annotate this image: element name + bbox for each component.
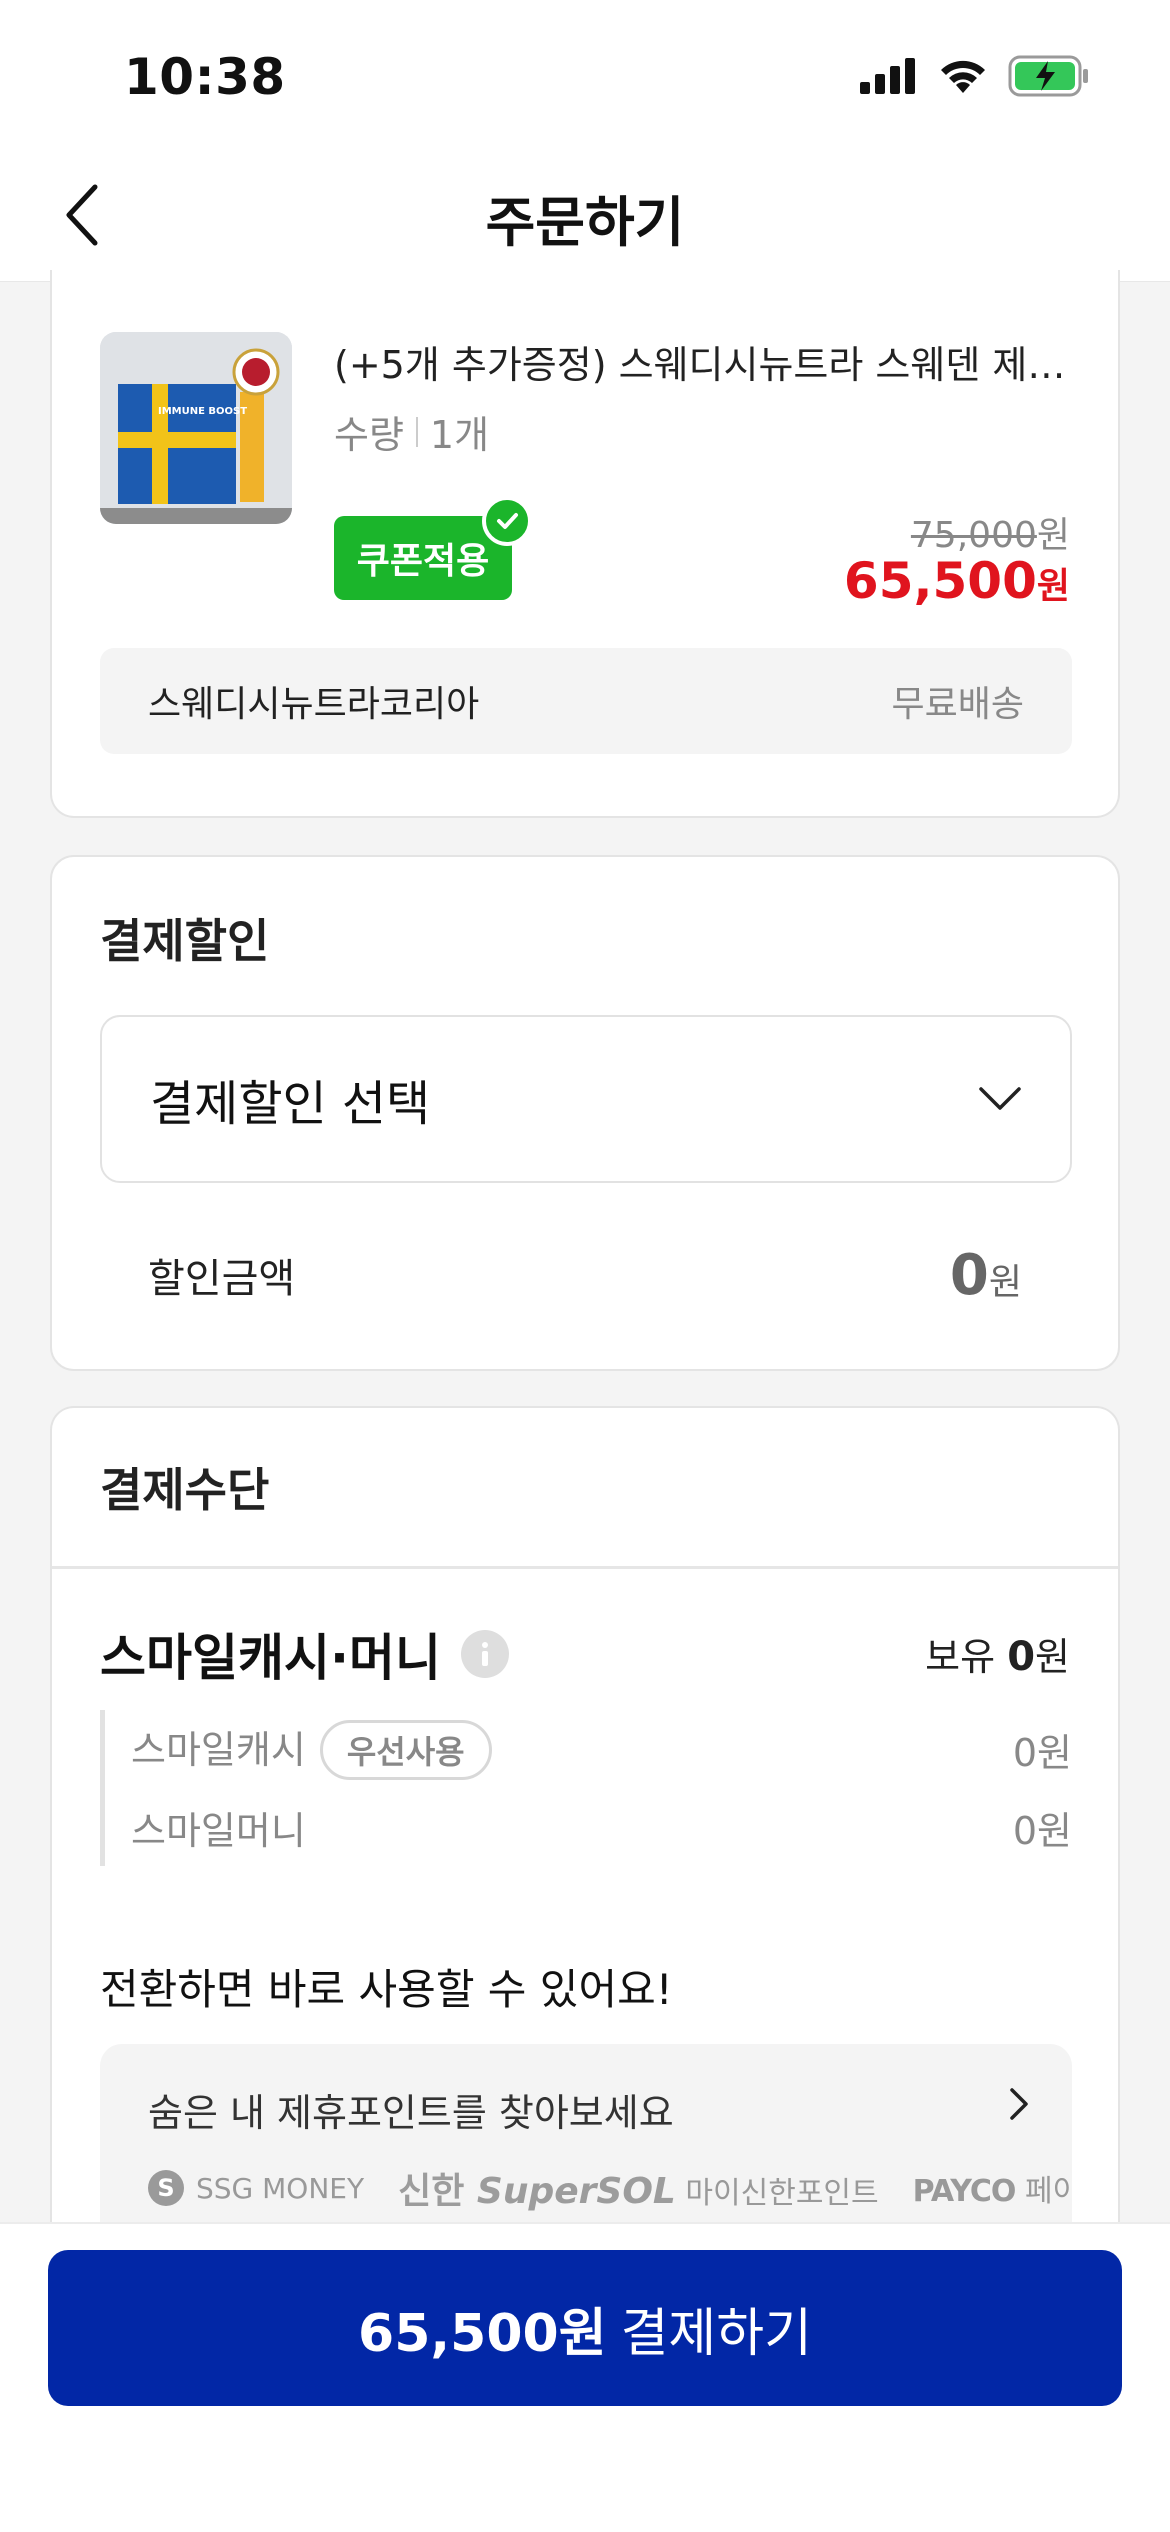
cellular-signal-icon xyxy=(860,58,915,94)
list-item: 스마일머니 0원 xyxy=(131,1788,1072,1866)
page-title: 주문하기 xyxy=(485,191,685,254)
svg-text:IMMUNE BOOST: IMMUNE BOOST xyxy=(158,406,247,417)
wifi-icon xyxy=(941,60,985,93)
smile-cash-money-title: 스마일캐시·머니 xyxy=(100,1618,509,1690)
partner-points-text: 숨은 내 제휴포인트를 찾아보세요 xyxy=(148,2091,674,2135)
quantity-value: 1개 xyxy=(429,413,490,457)
product-card: IMMUNE BOOST (+5개 추가증정) 스웨디시뉴트라 스웨덴 제… 수… xyxy=(50,270,1120,818)
info-icon[interactable] xyxy=(461,1630,509,1678)
payment-discount-select[interactable]: 결제할인 선택 xyxy=(100,1015,1072,1183)
smile-money-value: 0원 xyxy=(1012,1808,1072,1853)
smile-cash-label: 스마일캐시 xyxy=(131,1727,306,1772)
nav-bar: 주문하기 xyxy=(0,150,1170,282)
smile-balance-list: 스마일캐시 우선사용 0원 스마일머니 0원 xyxy=(100,1710,1072,1866)
quantity-row: 수량 1개 xyxy=(334,404,489,459)
discount-amount-label: 할인금액 xyxy=(148,1256,296,1302)
priority-use-tag[interactable]: 우선사용 xyxy=(319,1719,492,1780)
original-price: 75,000원 xyxy=(910,515,1070,556)
status-bar: 10:38 xyxy=(0,0,1170,150)
status-icons xyxy=(860,54,1090,98)
chevron-right-icon xyxy=(1010,2088,1028,2120)
ssg-money-logo: S SSG MONEY xyxy=(148,2170,364,2206)
convert-title: 전환하면 바로 사용할 수 있어요! xyxy=(100,1965,673,2014)
divider xyxy=(52,1566,1118,1569)
payment-discount-card: 결제할인 결제할인 선택 할인금액 0원 xyxy=(50,855,1120,1371)
sale-price: 65,500원 xyxy=(843,552,1070,610)
product-title[interactable]: (+5개 추가증정) 스웨디시뉴트라 스웨덴 제… xyxy=(334,334,1074,389)
battery-charging-icon xyxy=(1008,55,1088,97)
quantity-divider xyxy=(415,416,418,447)
ssg-icon: S xyxy=(148,2170,184,2206)
smile-money-label: 스마일머니 xyxy=(131,1808,306,1853)
partner-logos: S SSG MONEY 신한 SuperSOL 마이신한포인트 PAYCO 페이… xyxy=(148,2162,1072,2214)
check-circle-icon xyxy=(482,496,532,546)
smile-cash-value: 0원 xyxy=(1012,1730,1072,1775)
pay-button-label: 결제하기 xyxy=(620,2303,812,2364)
product-image: IMMUNE BOOST xyxy=(100,332,292,524)
seller-row: 스웨디시뉴트라코리아 무료배송 xyxy=(100,648,1072,754)
pay-button-amount: 65,500원 xyxy=(358,2303,607,2364)
list-item: 스마일캐시 우선사용 0원 xyxy=(131,1710,1072,1788)
shinhan-logo: 신한 SuperSOL 마이신한포인트 xyxy=(398,2171,879,2212)
payment-discount-title: 결제할인 xyxy=(100,914,270,968)
bottom-bar: 65,500원 결제하기 xyxy=(0,2222,1170,2532)
product-thumbnail[interactable]: IMMUNE BOOST xyxy=(100,332,292,524)
chevron-down-icon xyxy=(979,1087,1021,1110)
seller-name: 스웨디시뉴트라코리아 xyxy=(148,684,480,725)
discount-amount-row: 할인금액 0원 xyxy=(148,1235,1022,1315)
shipping-info: 무료배송 xyxy=(891,684,1024,725)
payment-method-title: 결제수단 xyxy=(100,1463,270,1517)
pay-button[interactable]: 65,500원 결제하기 xyxy=(48,2250,1122,2406)
holding-amount: 보유 0원 xyxy=(925,1634,1070,1680)
quantity-label: 수량 xyxy=(334,413,404,457)
discount-amount-value: 0원 xyxy=(949,1242,1022,1308)
status-time: 10:38 xyxy=(124,48,286,106)
payco-logo: PAYCO 페이코 xyxy=(912,2174,1072,2209)
payment-discount-select-label: 결제할인 선택 xyxy=(150,1076,431,1132)
